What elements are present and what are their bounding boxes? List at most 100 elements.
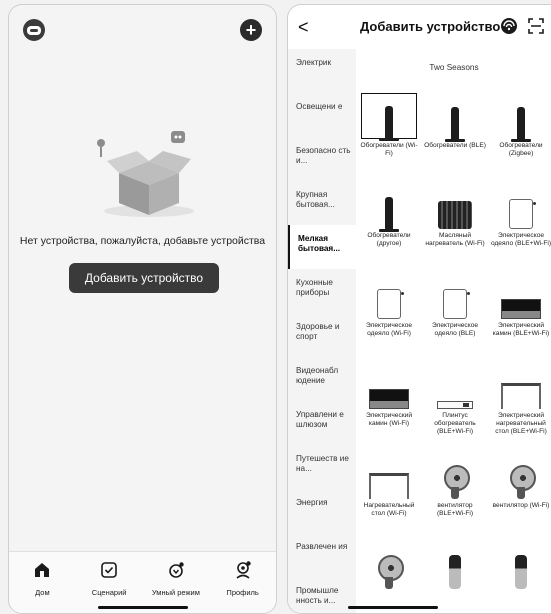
category-item[interactable]: Кухонные приборы [288,269,356,313]
device-label: Электрическое одеяло (BLE) [431,322,479,337]
blanket-icon [377,289,404,319]
avatar-icon[interactable] [23,19,45,41]
device-thumbnail [427,453,483,499]
device-thumbnail [427,273,483,319]
device-thumbnail [493,363,549,409]
tab-label: Дом [35,588,50,597]
device-label: Обогреватели (другое) [367,232,411,247]
home-indicator [348,606,438,609]
category-item[interactable]: Здоровье и спорт [288,313,356,357]
device-thumbnail [361,543,417,589]
device-thumbnail [361,273,417,319]
device-label: Масляный нагреватель (Wi-Fi) [425,232,485,247]
device-label: вентилятор (BLE+Wi-Fi) [436,502,474,517]
scenario-icon [101,562,117,578]
device-item[interactable]: Электрический нагревательный стол (BLE+W… [490,361,551,449]
category-item[interactable]: Безопасно сть и... [288,137,356,181]
category-item[interactable]: Видеонабл юдение [288,357,356,401]
category-sidebar: Электрик Освещени е Безопасно сть и... Круп… [288,49,356,613]
device-item[interactable]: вентилятор (BLE+Wi-Fi) [424,451,486,539]
empty-box-illustration [97,131,194,217]
tower-fan-icon [449,555,461,589]
device-thumbnail [493,543,549,589]
device-label: Электрический нагревательный стол (BLE+W… [495,412,547,435]
home-icon [35,563,50,577]
category-item[interactable]: Управлени е шлюзом [288,401,356,445]
category-item[interactable]: Промышле нность и... [288,577,356,613]
device-item[interactable]: Электрический камин (BLE+Wi-Fi) [490,271,551,359]
fan-icon [442,465,470,499]
home-topbar: + [9,5,276,53]
screenshot-stage: + Нет устройства, пожалуйста, добавьте у… [0,0,551,614]
device-thumbnail [493,273,549,319]
device-thumbnail [493,453,549,499]
home-indicator [97,606,188,609]
blanket-icon [443,289,470,319]
tab-label: Умный режим [151,588,200,597]
heater-tower-icon [379,197,399,232]
add-device-screen: < Добавить устройство Электрик Освещени е… [287,4,551,614]
device-thumbnail [493,93,549,142]
device-item[interactable]: Масляный нагреватель (Wi-Fi) [424,181,486,269]
device-item[interactable]: Обогреватели (Zigbee) [490,91,551,179]
category-item[interactable]: Энергия [288,489,356,533]
device-item[interactable]: Обогреватели (другое) [358,181,420,269]
category-item[interactable]: Крупная бытовая... [288,181,356,225]
device-item[interactable] [358,541,420,613]
device-thumbnail [427,183,483,229]
device-item[interactable]: Электрическое одеяло (BLE+Wi-Fi) [490,181,551,269]
plinth-icon [437,401,473,409]
qr-scan-icon[interactable] [528,18,544,34]
device-label: Электрический камин (Wi-Fi) [365,412,412,427]
fireplace-icon [369,389,409,409]
device-item[interactable]: Плинтус обогреватель (BLE+Wi-Fi) [424,361,486,449]
smart-mode-icon [169,562,184,578]
heater-tower-icon [511,107,531,142]
tab-profile[interactable]: Профиль [209,552,276,613]
device-label: Обогреватели (Zigbee) [499,142,543,157]
category-item[interactable]: Электрик [288,49,356,93]
device-item[interactable]: Обогреватели (BLE) [424,91,486,179]
tab-home[interactable]: Дом [9,552,76,613]
add-device-icon[interactable]: + [240,19,262,41]
wifi-scan-icon[interactable] [500,17,518,35]
table-heater-icon [501,383,541,409]
tower-fan-icon [515,555,527,589]
device-item[interactable] [490,541,551,613]
device-item[interactable] [424,541,486,613]
back-button[interactable]: < [298,17,309,38]
device-label: Электрическое одеяло (Wi-Fi) [365,322,413,337]
device-content: Two Seasons Обогреватели (Wi-Fi) Обогрева… [356,49,551,613]
add-device-button[interactable]: Добавить устройство [69,263,219,293]
tab-label: Сценарий [91,588,127,597]
device-item[interactable]: Электрическое одеяло (BLE) [424,271,486,359]
tab-scenario[interactable]: Сценарий [76,552,143,613]
device-item[interactable]: Электрический камин (Wi-Fi) [358,361,420,449]
device-item[interactable]: Электрическое одеяло (Wi-Fi) [358,271,420,359]
device-thumbnail [361,93,417,141]
tab-label: Профиль [226,588,259,597]
device-label: Обогреватели (Wi-Fi) [360,142,418,157]
tab-smart-mode[interactable]: Умный режим [143,552,210,613]
brand-header: Two Seasons [429,63,479,72]
category-item[interactable]: Развлечен ия [288,533,356,577]
bottom-tabbar: Дом Сценарий Умный режим Профиль [9,551,276,613]
device-thumbnail [361,363,417,409]
fan-icon [376,555,404,589]
device-label: Электрический камин (BLE+Wi-Fi) [492,322,550,337]
device-item[interactable]: вентилятор (Wi-Fi) [490,451,551,539]
device-label: Электрическое одеяло (BLE+Wi-Fi) [490,232,551,247]
category-item[interactable]: Мелкая бытовая... [288,225,356,269]
device-item[interactable]: Обогреватели (Wi-Fi) [358,91,420,179]
device-item[interactable]: Нагревательный стол (Wi-Fi) [358,451,420,539]
oil-heater-icon [438,201,472,229]
device-label: Плинтус обогреватель (BLE+Wi-Fi) [434,412,476,435]
category-item[interactable]: Путешеств ие на... [288,445,356,489]
device-grid: Обогреватели (Wi-Fi) Обогреватели (BLE) Об… [356,91,551,613]
device-thumbnail [427,363,483,409]
blanket-icon [509,199,536,229]
fireplace-icon [501,299,541,319]
category-item[interactable]: Освещени е [288,93,356,137]
fan-icon [508,465,536,499]
heater-tower-icon [445,107,465,142]
